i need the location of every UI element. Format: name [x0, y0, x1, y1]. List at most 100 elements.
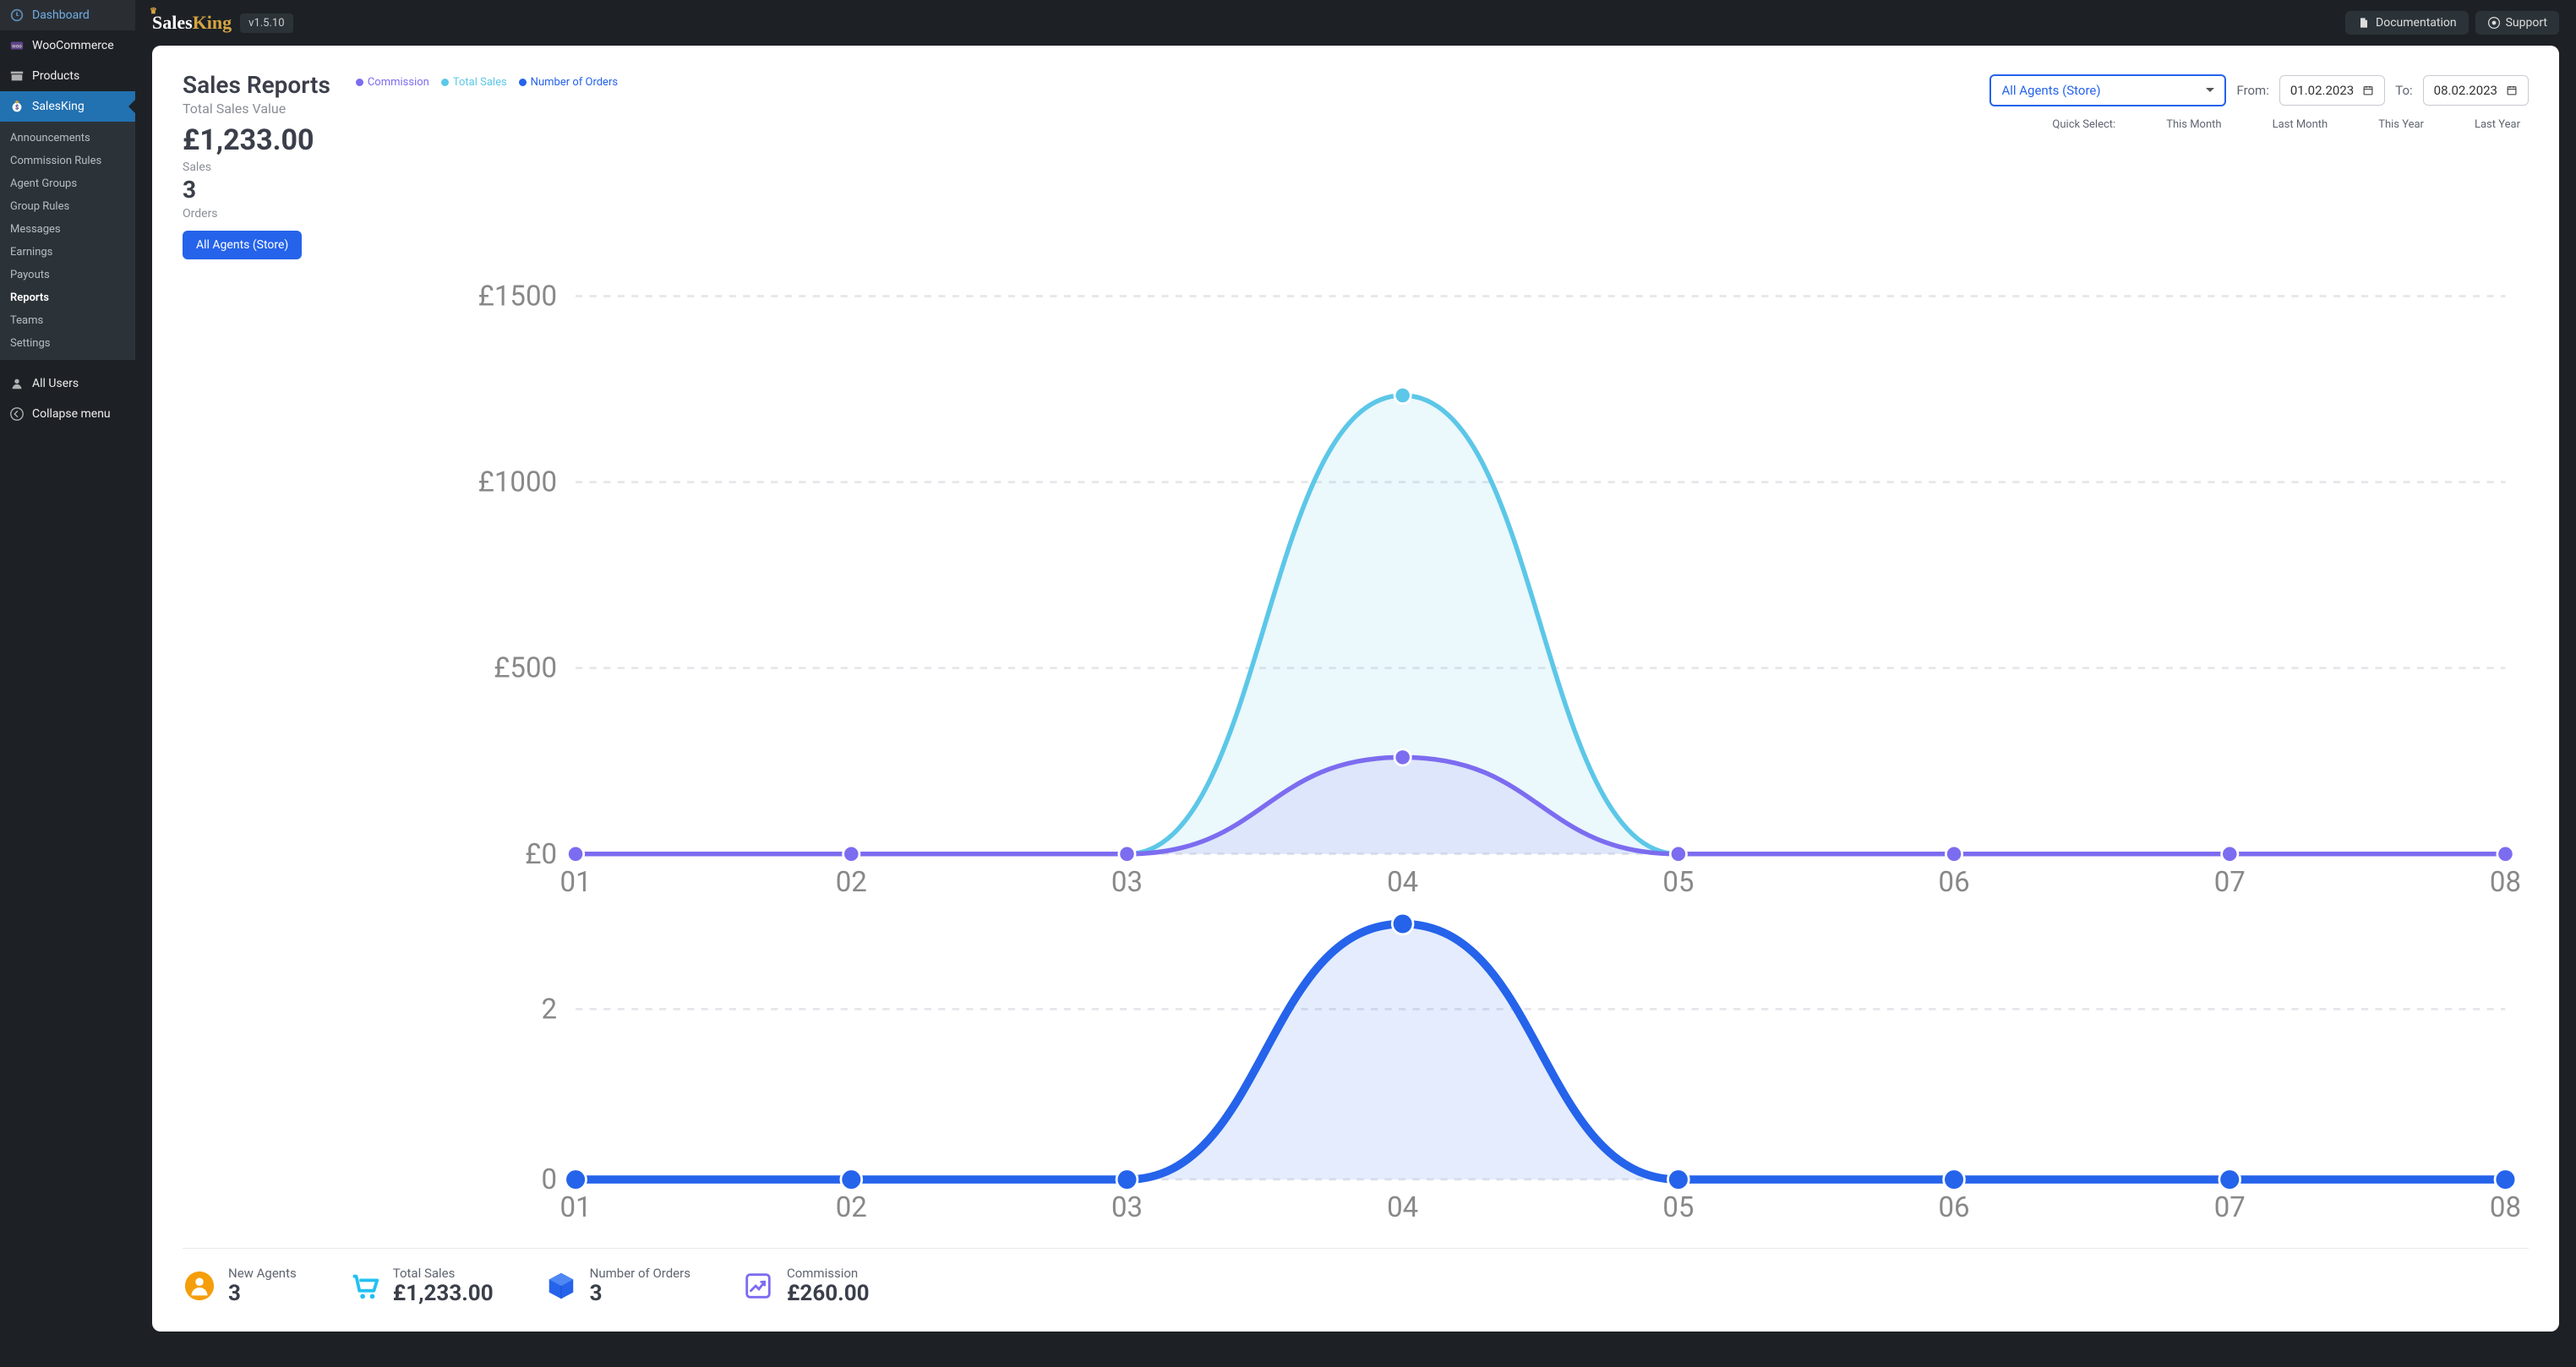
agent-select[interactable]: All Agents (Store) — [1989, 74, 2226, 106]
sidebar-item-dashboard[interactable]: Dashboard — [0, 0, 135, 30]
submenu-messages[interactable]: Messages — [0, 218, 135, 241]
submenu: Announcements Commission Rules Agent Gro… — [0, 122, 135, 360]
sidebar-item-all-users[interactable]: All Users — [0, 368, 135, 399]
legend-dot-totalsales — [441, 79, 449, 86]
support-icon — [2487, 16, 2501, 30]
calendar-icon — [2506, 84, 2518, 96]
svg-text:01: 01 — [560, 866, 592, 899]
sidebar-label: Products — [32, 69, 79, 83]
svg-text:07: 07 — [2214, 1191, 2246, 1224]
submenu-settings[interactable]: Settings — [0, 332, 135, 355]
legend-commission[interactable]: Commission — [356, 76, 429, 89]
stats-row: New Agents 3 Total Sales £1,233.00 — [183, 1266, 2529, 1306]
box-icon — [544, 1269, 578, 1303]
sidebar-item-salesking[interactable]: $ SalesKing — [0, 91, 135, 122]
topbar: ♛ SalesKing v1.5.10 Documentation Suppor… — [135, 0, 2576, 46]
stat-commission: Commission £260.00 — [741, 1266, 870, 1306]
orders-chart: 020102030405060708 — [436, 901, 2529, 1226]
submenu-announcements[interactable]: Announcements — [0, 127, 135, 150]
agents-filter-button[interactable]: All Agents (Store) — [183, 231, 302, 259]
submenu-payouts[interactable]: Payouts — [0, 264, 135, 286]
user-icon — [8, 375, 25, 392]
stat-num-orders: Number of Orders 3 — [544, 1266, 690, 1306]
svg-text:03: 03 — [1111, 1191, 1143, 1224]
legend-dot-commission — [356, 79, 363, 86]
svg-text:£1500: £1500 — [478, 280, 557, 313]
total-sales-value: £1,233.00 — [183, 123, 330, 157]
document-icon — [2357, 16, 2371, 30]
sidebar: Dashboard woo WooCommerce Products $ Sal… — [0, 0, 135, 1367]
archive-icon — [8, 68, 25, 84]
salesking-icon: $ — [8, 98, 25, 115]
orders-count: 3 — [183, 176, 330, 204]
svg-text:04: 04 — [1387, 1191, 1418, 1224]
report-card: Sales Reports Total Sales Value £1,233.0… — [152, 46, 2559, 1332]
orders-label: Orders — [183, 207, 330, 221]
calendar-icon — [2362, 84, 2374, 96]
submenu-teams[interactable]: Teams — [0, 309, 135, 332]
svg-text:£0: £0 — [525, 838, 557, 871]
page-subtitle: Total Sales Value — [183, 101, 330, 117]
from-label: From: — [2236, 83, 2268, 98]
svg-text:$: $ — [15, 104, 19, 112]
quick-last-month[interactable]: Last Month — [2273, 118, 2328, 131]
documentation-button[interactable]: Documentation — [2345, 11, 2469, 35]
stat-new-agents: New Agents 3 — [183, 1266, 297, 1306]
svg-text:2: 2 — [542, 993, 558, 1026]
cart-icon — [347, 1269, 381, 1303]
svg-text:07: 07 — [2214, 866, 2246, 899]
svg-text:03: 03 — [1111, 866, 1143, 899]
chart-legend: Commission Total Sales Number of Orders — [356, 71, 618, 89]
sidebar-item-products[interactable]: Products — [0, 61, 135, 91]
svg-text:0: 0 — [542, 1163, 558, 1196]
legend-dot-orders — [519, 79, 527, 86]
submenu-group-rules[interactable]: Group Rules — [0, 195, 135, 218]
sales-chart: £0 £500 £1000 £1500 01 02 03 04 05 06 07 08 — [436, 273, 2529, 901]
submenu-commission-rules[interactable]: Commission Rules — [0, 150, 135, 172]
quick-this-month[interactable]: This Month — [2166, 118, 2221, 131]
quick-select-row: Quick Select: This Month Last Month This… — [1989, 118, 2529, 131]
legend-total-sales[interactable]: Total Sales — [441, 76, 507, 89]
svg-text:£1000: £1000 — [478, 466, 557, 499]
svg-text:woo: woo — [12, 42, 22, 49]
support-button[interactable]: Support — [2475, 11, 2559, 35]
svg-text:05: 05 — [1662, 866, 1694, 899]
sidebar-label: SalesKing — [32, 100, 85, 113]
svg-text:05: 05 — [1662, 1191, 1694, 1224]
brand-logo: ♛ SalesKing — [152, 12, 232, 34]
quick-select-label: Quick Select: — [2052, 118, 2115, 131]
svg-text:06: 06 — [1939, 866, 1970, 899]
quick-this-year[interactable]: This Year — [2378, 118, 2424, 131]
svg-text:02: 02 — [836, 1191, 867, 1224]
growth-icon — [741, 1269, 775, 1303]
svg-text:01: 01 — [560, 1191, 592, 1224]
filter-controls: All Agents (Store) From: 01.02.2023 To: … — [1989, 71, 2529, 106]
svg-text:02: 02 — [836, 866, 867, 899]
submenu-earnings[interactable]: Earnings — [0, 241, 135, 264]
to-date-input[interactable]: 08.02.2023 — [2423, 75, 2529, 106]
collapse-icon — [8, 406, 25, 422]
page-title: Sales Reports — [183, 71, 330, 99]
quick-last-year[interactable]: Last Year — [2475, 118, 2520, 131]
from-date-input[interactable]: 01.02.2023 — [2279, 75, 2385, 106]
stat-total-sales: Total Sales £1,233.00 — [347, 1266, 494, 1306]
sidebar-label: WooCommerce — [32, 39, 114, 52]
sidebar-item-collapse[interactable]: Collapse menu — [0, 399, 135, 429]
legend-num-orders[interactable]: Number of Orders — [519, 76, 618, 89]
version-badge: v1.5.10 — [240, 14, 292, 33]
sidebar-label: Collapse menu — [32, 407, 111, 421]
woocommerce-icon: woo — [8, 37, 25, 54]
submenu-agent-groups[interactable]: Agent Groups — [0, 172, 135, 195]
sales-label: Sales — [183, 161, 330, 174]
svg-text:08: 08 — [2490, 866, 2521, 899]
brand: ♛ SalesKing v1.5.10 — [152, 12, 293, 34]
to-label: To: — [2395, 83, 2412, 98]
svg-text:06: 06 — [1939, 1191, 1970, 1224]
svg-text:04: 04 — [1387, 866, 1418, 899]
sidebar-label: All Users — [32, 377, 79, 390]
svg-text:08: 08 — [2490, 1191, 2521, 1224]
sidebar-label: Dashboard — [32, 8, 90, 22]
submenu-reports[interactable]: Reports — [0, 286, 135, 309]
svg-text:£500: £500 — [494, 652, 557, 685]
sidebar-item-woocommerce[interactable]: woo WooCommerce — [0, 30, 135, 61]
